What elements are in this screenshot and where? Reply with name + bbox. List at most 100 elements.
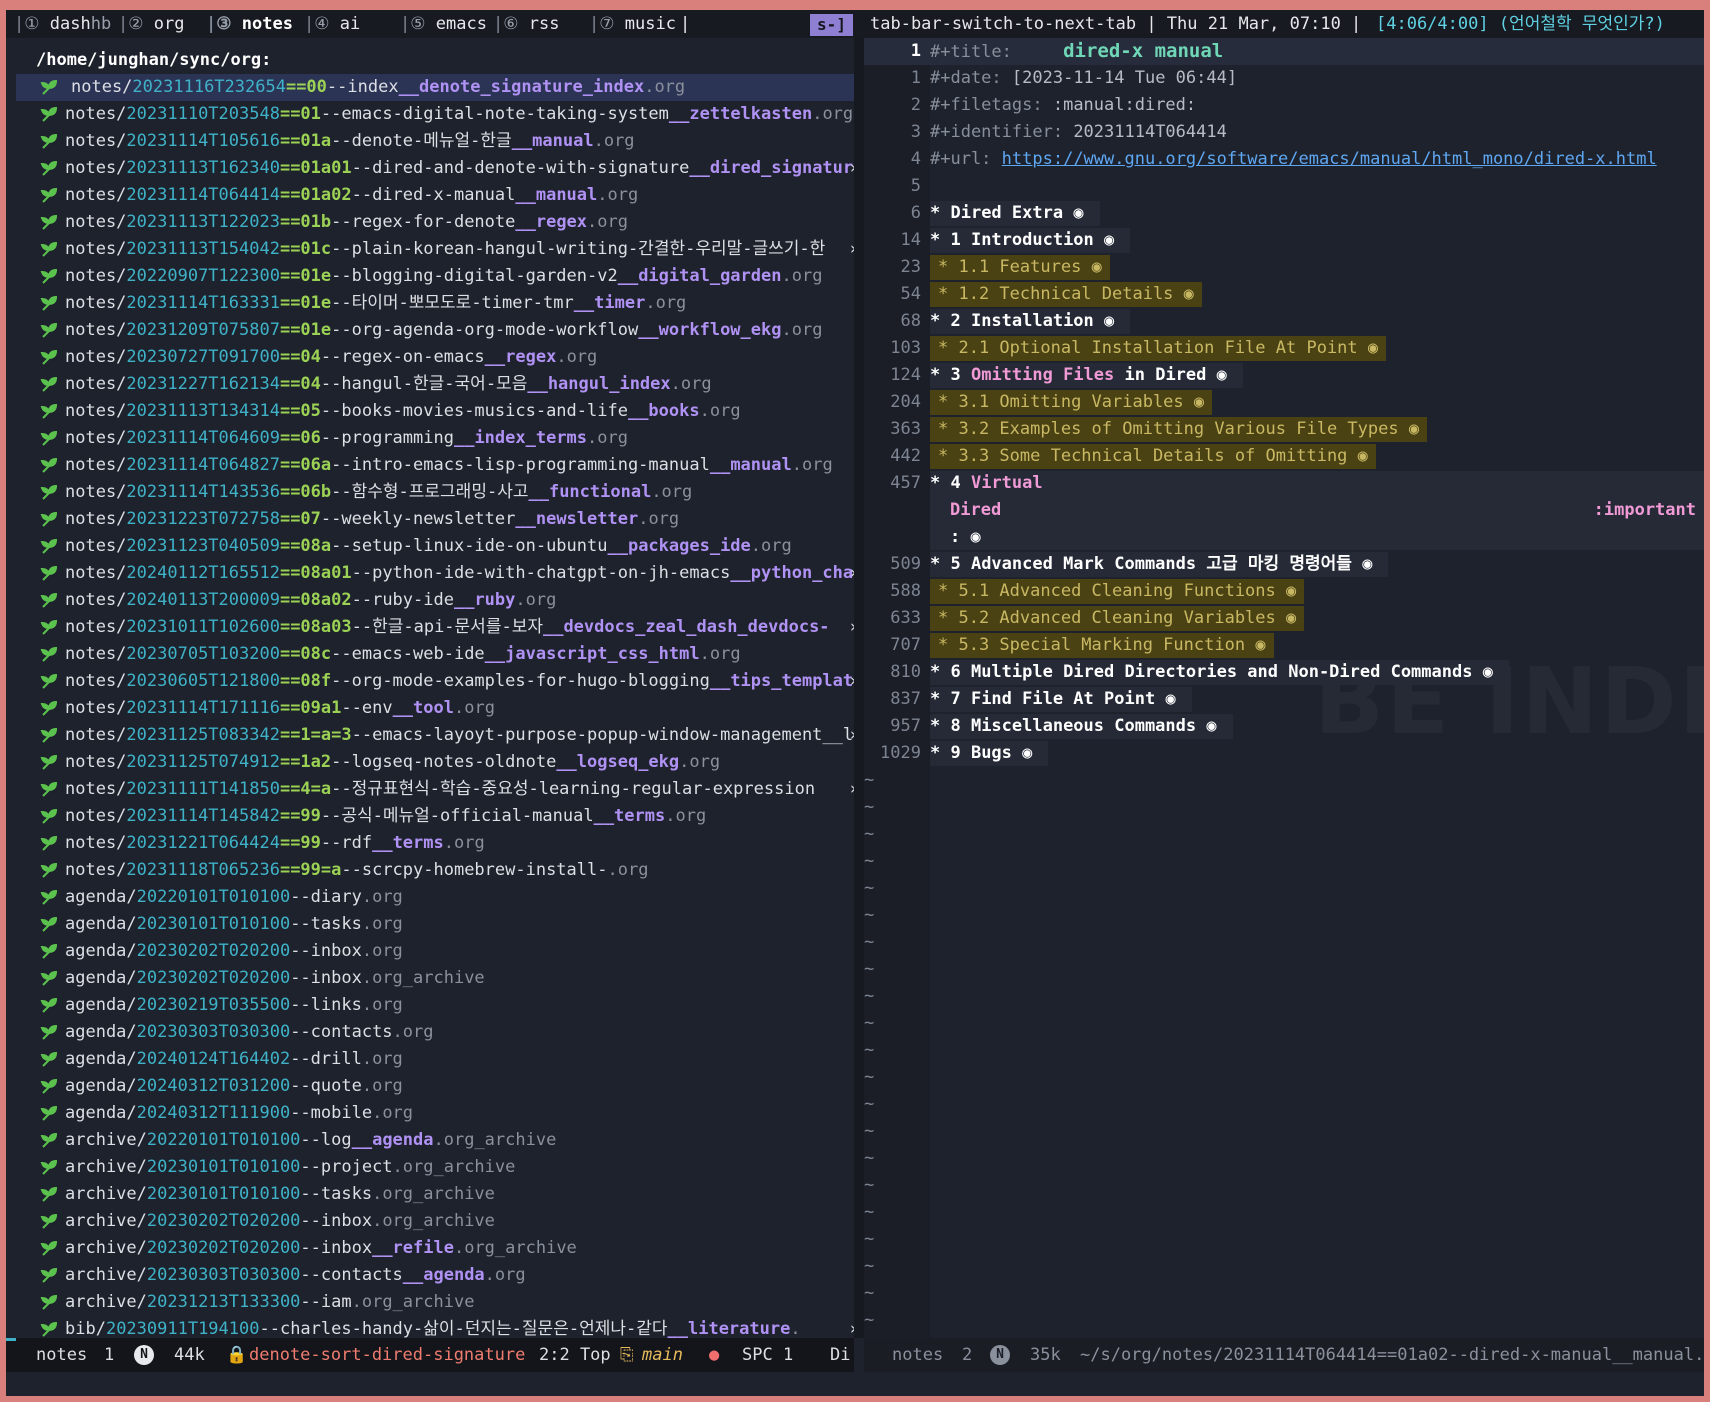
fold-indicator-icon[interactable]: ◉ bbox=[1165, 689, 1175, 709]
org-heading-2[interactable]: * 3.2 Examples of Omitting Various File … bbox=[938, 416, 1419, 443]
modeline-major-mode[interactable]: Di bbox=[830, 1338, 850, 1372]
dired-file-row[interactable]: notes/20231227T162134==04--hangul-한글-국어-… bbox=[6, 371, 854, 398]
fold-indicator-icon[interactable]: ◉ bbox=[1104, 311, 1114, 331]
dired-file-row[interactable]: notes/20231116T232654==00--index__denote… bbox=[16, 74, 854, 101]
fold-indicator-icon[interactable]: ◉ bbox=[1409, 419, 1419, 439]
window-divider[interactable] bbox=[854, 38, 864, 1338]
fold-indicator-icon[interactable]: ◉ bbox=[1092, 257, 1102, 277]
org-tag[interactable]: :important bbox=[1594, 497, 1696, 524]
fold-indicator-icon[interactable]: ◉ bbox=[1483, 662, 1493, 682]
org-heading-1[interactable]: * 6 Multiple Dired Directories and Non-D… bbox=[930, 659, 1493, 686]
org-heading-line[interactable]: 23 * 1.1 Features ◉ bbox=[864, 254, 1704, 281]
fold-indicator-icon[interactable]: ◉ bbox=[1362, 554, 1372, 574]
dired-file-row[interactable]: notes/20231125T083342==1=a=3--emacs-layo… bbox=[6, 722, 854, 749]
org-heading-line[interactable]: 1029 * 9 Bugs ◉ bbox=[864, 740, 1704, 767]
dired-file-row[interactable]: agenda/20230202T020200--inbox.org_archiv… bbox=[6, 965, 854, 992]
org-heading-1[interactable]: * 9 Bugs ◉ bbox=[930, 740, 1032, 767]
echo-area[interactable] bbox=[6, 1372, 1704, 1396]
org-heading-line[interactable]: 124 * 3 Omitting Files in Dired ◉ bbox=[864, 362, 1704, 389]
org-heading-line[interactable]: 103 * 2.1 Optional Installation File At P… bbox=[864, 335, 1704, 362]
modeline-vcs-branch[interactable]: main bbox=[642, 1338, 683, 1372]
dired-file-row[interactable]: notes/20231114T064827==06a--intro-emacs-… bbox=[6, 452, 854, 479]
dired-file-row[interactable]: notes/20230705T103200==08c--emacs-web-id… bbox=[6, 641, 854, 668]
org-heading-1[interactable]: * 3 Omitting Files in Dired ◉ bbox=[930, 362, 1227, 389]
dired-file-row[interactable]: agenda/20240312T031200--quote.org bbox=[6, 1073, 854, 1100]
org-heading-2[interactable]: * 5.3 Special Marking Function ◉ bbox=[938, 632, 1266, 659]
fold-indicator-icon[interactable]: ◉ bbox=[1194, 392, 1204, 412]
dired-file-row[interactable]: notes/20231113T154042==01c--plain-korean… bbox=[6, 236, 854, 263]
dired-file-row[interactable]: notes/20231114T145842==99--공식-메뉴얼-offici… bbox=[6, 803, 854, 830]
modeline-buffer-name[interactable]: denote-sort-dired-signature bbox=[249, 1338, 525, 1372]
fold-indicator-icon[interactable]: ◉ bbox=[1358, 446, 1368, 466]
dired-file-row[interactable]: notes/20231125T074912==1a2--logseq-notes… bbox=[6, 749, 854, 776]
dired-file-row[interactable]: agenda/20230219T035500--links.org bbox=[6, 992, 854, 1019]
org-heading-line[interactable]: 457 * 4 Virtual Dired:important: ◉ bbox=[864, 470, 1704, 551]
org-heading-2[interactable]: * 3.1 Omitting Variables ◉ bbox=[938, 389, 1204, 416]
org-heading-2[interactable]: * 3.3 Some Technical Details of Omitting… bbox=[938, 443, 1368, 470]
fold-indicator-icon[interactable]: ◉ bbox=[1206, 716, 1216, 736]
dired-file-row[interactable]: notes/20231113T134314==05--books-movies-… bbox=[6, 398, 854, 425]
org-heading-line[interactable]: 633 * 5.2 Advanced Cleaning Variables ◉ bbox=[864, 605, 1704, 632]
fold-indicator-icon[interactable]: ◉ bbox=[1217, 365, 1227, 385]
tab-ai[interactable]: |④ ai bbox=[304, 10, 360, 38]
org-url-link[interactable]: https://www.gnu.org/software/emacs/manua… bbox=[1002, 149, 1657, 169]
org-heading-1[interactable]: * 2 Installation ◉ bbox=[930, 308, 1114, 335]
dired-file-row[interactable]: archive/20230202T020200--inbox__refile.o… bbox=[6, 1235, 854, 1262]
org-heading-2[interactable]: * 1.1 Features ◉ bbox=[938, 254, 1102, 281]
org-heading-2[interactable]: * 2.1 Optional Installation File At Poin… bbox=[938, 335, 1378, 362]
org-heading-2[interactable]: * 5.2 Advanced Cleaning Variables ◉ bbox=[938, 605, 1296, 632]
dired-file-row[interactable]: notes/20231113T122023==01b--regex-for-de… bbox=[6, 209, 854, 236]
org-heading-line[interactable]: 363 * 3.2 Examples of Omitting Various Fi… bbox=[864, 416, 1704, 443]
org-heading-2[interactable]: * 1.2 Technical Details ◉ bbox=[938, 281, 1194, 308]
dired-file-row[interactable]: notes/20231114T171116==09a1--env__tool.o… bbox=[6, 695, 854, 722]
dired-file-row[interactable]: notes/20240113T200009==08a02--ruby-ide__… bbox=[6, 587, 854, 614]
dired-file-row[interactable]: notes/20231114T064609==06--programming__… bbox=[6, 425, 854, 452]
org-heading-2[interactable]: * 5.1 Advanced Cleaning Functions ◉ bbox=[938, 578, 1296, 605]
org-heading-line[interactable]: 54 * 1.2 Technical Details ◉ bbox=[864, 281, 1704, 308]
dired-file-row[interactable]: notes/20231114T143536==06b--함수형-프로그래밍-사고… bbox=[6, 479, 854, 506]
dired-file-row[interactable]: notes/20231110T203548==01--emacs-digital… bbox=[6, 101, 854, 128]
org-heading-1[interactable]: * 1 Introduction ◉ bbox=[930, 227, 1114, 254]
org-heading-1[interactable]: * 8 Miscellaneous Commands ◉ bbox=[930, 713, 1217, 740]
tab-rss[interactable]: |⑥ rss bbox=[493, 10, 559, 38]
dired-file-row[interactable]: notes/20231209T075807==01e--org-agenda-o… bbox=[6, 317, 854, 344]
dired-file-row[interactable]: notes/20231011T102600==08a03--한글-api-문서를… bbox=[6, 614, 854, 641]
tab-emacs[interactable]: |⑤ emacs bbox=[400, 10, 487, 38]
modeline-file-path[interactable]: ~/s/org/notes/20231114T064414==01a02--di… bbox=[1080, 1338, 1704, 1372]
fold-indicator-icon[interactable]: ◉ bbox=[1286, 608, 1296, 628]
dired-file-row[interactable]: notes/20231114T163331==01e--타이머-뽀모도로-tim… bbox=[6, 290, 854, 317]
org-heading-line[interactable]: 68 * 2 Installation ◉ bbox=[864, 308, 1704, 335]
org-heading-line[interactable]: 588 * 5.1 Advanced Cleaning Functions ◉ bbox=[864, 578, 1704, 605]
dired-file-row[interactable]: agenda/20240124T164402--drill.org bbox=[6, 1046, 854, 1073]
dired-file-row[interactable]: notes/20231123T040509==08a--setup-linux-… bbox=[6, 533, 854, 560]
dired-file-row[interactable]: archive/20230101T010100--project.org_arc… bbox=[6, 1154, 854, 1181]
tab-dashhb[interactable]: |① dashhb bbox=[14, 10, 111, 38]
dired-file-row[interactable]: archive/20230202T020200--inbox.org_archi… bbox=[6, 1208, 854, 1235]
org-heading-1[interactable]: * 5 Advanced Mark Commands 고급 마킹 명령어들 ◉ bbox=[930, 551, 1372, 578]
fold-indicator-icon[interactable]: ◉ bbox=[971, 527, 981, 547]
dired-file-row[interactable]: agenda/20230202T020200--inbox.org bbox=[6, 938, 854, 965]
dired-file-row[interactable]: archive/20220101T010100--log__agenda.org… bbox=[6, 1127, 854, 1154]
tab-notes[interactable]: |③ notes bbox=[206, 10, 293, 38]
fold-indicator-icon[interactable]: ◉ bbox=[1104, 230, 1114, 250]
dired-pane[interactable]: /home/junghan/sync/org: notes/20231116T2… bbox=[6, 38, 854, 1338]
org-heading-line[interactable]: 810 * 6 Multiple Dired Directories and No… bbox=[864, 659, 1704, 686]
dired-file-row[interactable]: notes/20231113T162340==01a01--dired-and-… bbox=[6, 155, 854, 182]
org-heading-1[interactable]: * Dired Extra ◉ bbox=[930, 200, 1084, 227]
org-heading-line[interactable]: 442 * 3.3 Some Technical Details of Omitt… bbox=[864, 443, 1704, 470]
dired-file-row[interactable]: notes/20240112T165512==08a01--python-ide… bbox=[6, 560, 854, 587]
org-heading-line[interactable]: 509 * 5 Advanced Mark Commands 고급 마킹 명령어들… bbox=[864, 551, 1704, 578]
modeline-left[interactable]: notes 1 N 44k 🔒 denote-sort-dired-signat… bbox=[6, 1338, 854, 1372]
org-heading-line[interactable]: 6 * Dired Extra ◉ bbox=[864, 200, 1704, 227]
dired-file-row[interactable]: notes/20231118T065236==99=a--scrcpy-home… bbox=[6, 857, 854, 884]
dired-file-row[interactable]: notes/20231111T141850==4=a--정규표현식-학습-중요성… bbox=[6, 776, 854, 803]
tab-bar-next-key[interactable]: s-] bbox=[810, 14, 853, 36]
dired-file-row[interactable]: notes/20231114T064414==01a02--dired-x-ma… bbox=[6, 182, 854, 209]
tab-org[interactable]: |② org bbox=[118, 10, 184, 38]
org-buffer-pane[interactable]: BE INDIST 1#+title: dired-x manual1#+dat… bbox=[864, 38, 1704, 1338]
fold-indicator-icon[interactable]: ◉ bbox=[1073, 203, 1083, 223]
dired-file-row[interactable]: archive/20231213T133300--iam.org_archive bbox=[6, 1289, 854, 1316]
org-heading-1[interactable]: * 4 Virtual bbox=[930, 470, 1043, 497]
org-heading-line[interactable]: 14 * 1 Introduction ◉ bbox=[864, 227, 1704, 254]
fold-indicator-icon[interactable]: ◉ bbox=[1184, 284, 1194, 304]
